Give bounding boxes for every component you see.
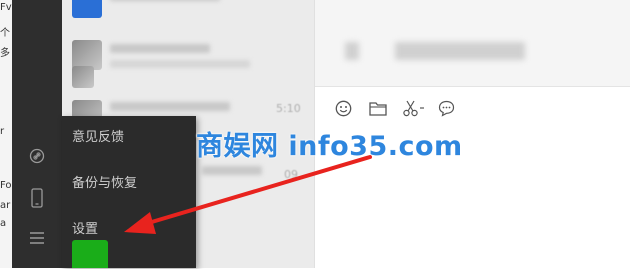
- avatar: [72, 66, 94, 88]
- chat-preview-blurred: [110, 60, 250, 68]
- watermark-text: 商娱网 info35.com: [196, 131, 463, 162]
- chat-title-blurred: [345, 42, 359, 60]
- message-input-area[interactable]: [315, 86, 630, 269]
- menu-icon[interactable]: [12, 230, 62, 249]
- menu-item-feedback[interactable]: 意见反馈: [62, 118, 196, 158]
- bg-text: ar: [0, 200, 11, 211]
- chat-list-item[interactable]: [62, 34, 314, 92]
- bg-text: Fo: [0, 180, 12, 191]
- emoji-icon[interactable]: [333, 98, 353, 118]
- bg-text: Fv: [0, 2, 12, 13]
- bg-text: 个: [0, 28, 10, 39]
- scissors-icon[interactable]: [401, 98, 427, 118]
- chat-title-blurred: [395, 42, 525, 60]
- link-icon[interactable]: [12, 148, 62, 168]
- chat-name-blurred: [202, 166, 262, 175]
- avatar: [72, 0, 102, 18]
- chat-name-blurred: [110, 102, 230, 111]
- chat-name-blurred: [110, 0, 220, 1]
- app-icon-green: [72, 240, 108, 268]
- bg-text: r: [0, 126, 5, 137]
- phone-icon[interactable]: [12, 188, 62, 212]
- bg-text: a: [0, 218, 7, 229]
- bg-text: 多: [0, 48, 10, 59]
- background-window: Fv 个 多 r Fo ar a: [0, 0, 12, 268]
- chat-time: 09: [284, 168, 298, 181]
- chat-time: 5:10: [276, 102, 301, 115]
- folder-icon[interactable]: [368, 98, 388, 118]
- app-sidebar: [12, 0, 62, 268]
- chat-name-blurred: [110, 44, 210, 53]
- menu-item-backup-restore[interactable]: 备份与恢复: [62, 164, 196, 204]
- chat-bubble-icon[interactable]: [436, 98, 456, 118]
